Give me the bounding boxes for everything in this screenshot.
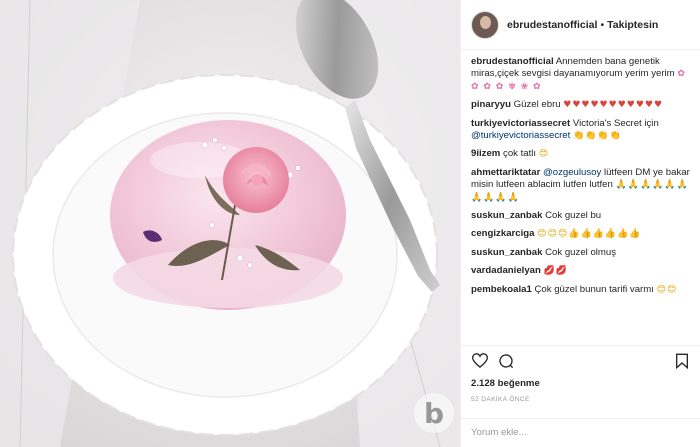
instagram-post: b ebrudestanofficial • Takiptesin ebrude… xyxy=(0,0,700,447)
post-sidebar: ebrudestanofficial • Takiptesin ebrudest… xyxy=(460,0,700,447)
comment-text: Cok guzel bu xyxy=(545,210,602,222)
comment-username[interactable]: pembekoala1 xyxy=(471,284,532,295)
heart-eyes-emoji: 😍 xyxy=(538,149,550,160)
watermark-logo: b xyxy=(414,393,454,433)
smile-emoji: 😊😊 xyxy=(656,284,678,295)
heart-icon[interactable] xyxy=(471,352,489,370)
comment-username[interactable]: turkiyevictoriassecret xyxy=(471,118,570,129)
comment-list: ebrudestanofficial Annemden bana genetik… xyxy=(461,50,700,340)
heart-emoji: ♥♥♥♥♥♥♥♥♥♥♥ xyxy=(563,100,664,111)
comment-text: Victoria's Secret için xyxy=(572,117,659,129)
comment-username[interactable]: cengizkarciga xyxy=(471,228,534,239)
comment-username[interactable]: suskun_zanbak xyxy=(471,210,542,221)
comment-item: ahmettariktatar @ozgeulusoy lütfeen DM y… xyxy=(471,167,690,204)
post-photo[interactable]: b xyxy=(0,0,460,447)
smile-emoji: 😊😊😊👍👍👍👍👍👍 xyxy=(537,229,642,240)
comment-text: Cok guzel olmuş xyxy=(545,246,617,258)
lips-emoji: 💋💋 xyxy=(543,266,568,277)
comment-item: pinaryyu Güzel ebru ♥♥♥♥♥♥♥♥♥♥♥ xyxy=(471,99,690,111)
comment-username[interactable]: ahmettariktatar xyxy=(471,167,540,178)
comment-item: 9iizem çok tatlı 😍 xyxy=(471,148,690,160)
comment-item: suskun_zanbak Cok guzel bu xyxy=(471,210,690,222)
comment-item: ebrudestanofficial Annemden bana genetik… xyxy=(471,56,690,93)
comment-icon[interactable] xyxy=(497,352,515,370)
comment-mention[interactable]: @turkiyevictoriassecret xyxy=(471,130,570,141)
post-timestamp: 52 DAKİKA ÖNCE xyxy=(471,396,530,403)
comment-username[interactable]: pinaryyu xyxy=(471,99,511,110)
comment-item: pembekoala1 Çok güzel bunun tarifi varmı… xyxy=(471,284,690,296)
comment-text: Güzel ebru xyxy=(513,99,561,111)
jelly-dessert-image xyxy=(0,0,460,447)
add-comment-input[interactable]: Yorum ekle... xyxy=(461,418,700,447)
separator-dot: • xyxy=(600,18,605,31)
following-status[interactable]: Takiptesin xyxy=(607,19,658,31)
bookmark-icon[interactable] xyxy=(673,352,691,370)
comment-mention[interactable]: @ozgeulusoy xyxy=(543,167,601,178)
comment-username[interactable]: suskun_zanbak xyxy=(471,247,542,258)
comment-username[interactable]: 9iizem xyxy=(471,148,500,159)
avatar[interactable] xyxy=(471,10,499,39)
comment-text: Çok güzel bunun tarifi varmı xyxy=(534,283,654,295)
post-header: ebrudestanofficial • Takiptesin xyxy=(461,0,700,50)
comment-text: çok tatlı xyxy=(503,148,537,160)
comment-username[interactable]: vardadanielyan xyxy=(471,265,541,276)
comment-item: cengizkarciga 😊😊😊👍👍👍👍👍👍 xyxy=(471,228,690,240)
action-bar xyxy=(461,345,700,375)
comment-item: turkiyevictoriassecret Victoria's Secret… xyxy=(471,118,690,143)
like-count[interactable]: 2.128 beğenme xyxy=(471,378,540,389)
comment-item: suskun_zanbak Cok guzel olmuş xyxy=(471,247,690,259)
comment-item: vardadanielyan 💋💋 xyxy=(471,265,690,277)
username-link[interactable]: ebrudestanofficial xyxy=(507,19,597,31)
clap-emoji: 👏👏👏👏 xyxy=(572,131,622,142)
comment-username[interactable]: ebrudestanofficial xyxy=(471,56,554,67)
